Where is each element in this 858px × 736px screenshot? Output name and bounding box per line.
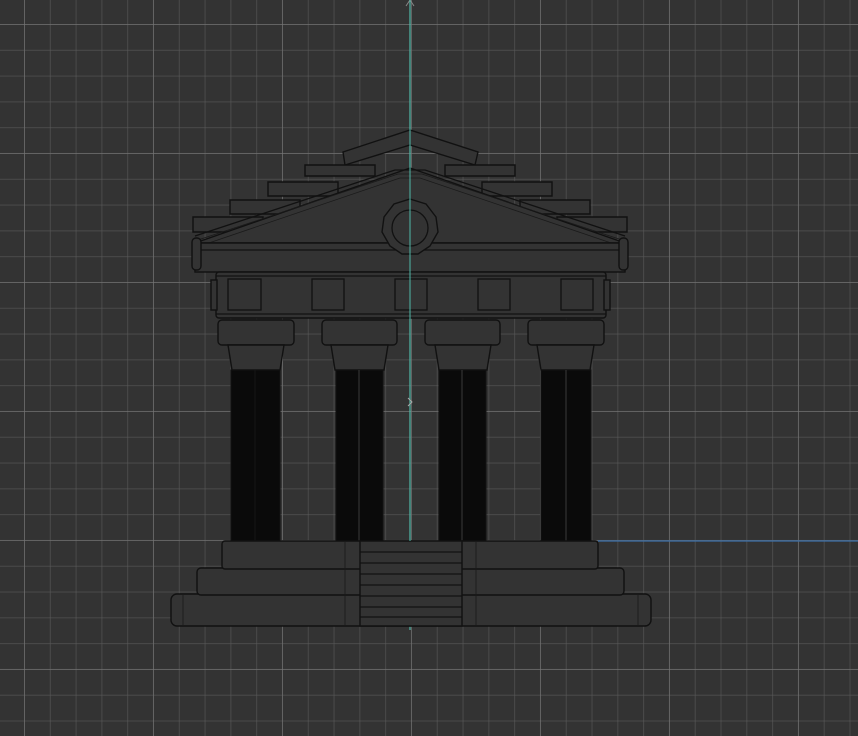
column-2 xyxy=(321,319,398,542)
column-4 xyxy=(527,319,605,542)
3d-viewport[interactable] xyxy=(0,0,858,736)
temple-model-wireframe[interactable] xyxy=(0,0,858,736)
column-3 xyxy=(424,319,501,542)
column-1 xyxy=(217,319,295,542)
columns xyxy=(217,319,605,542)
stairs xyxy=(359,540,463,627)
